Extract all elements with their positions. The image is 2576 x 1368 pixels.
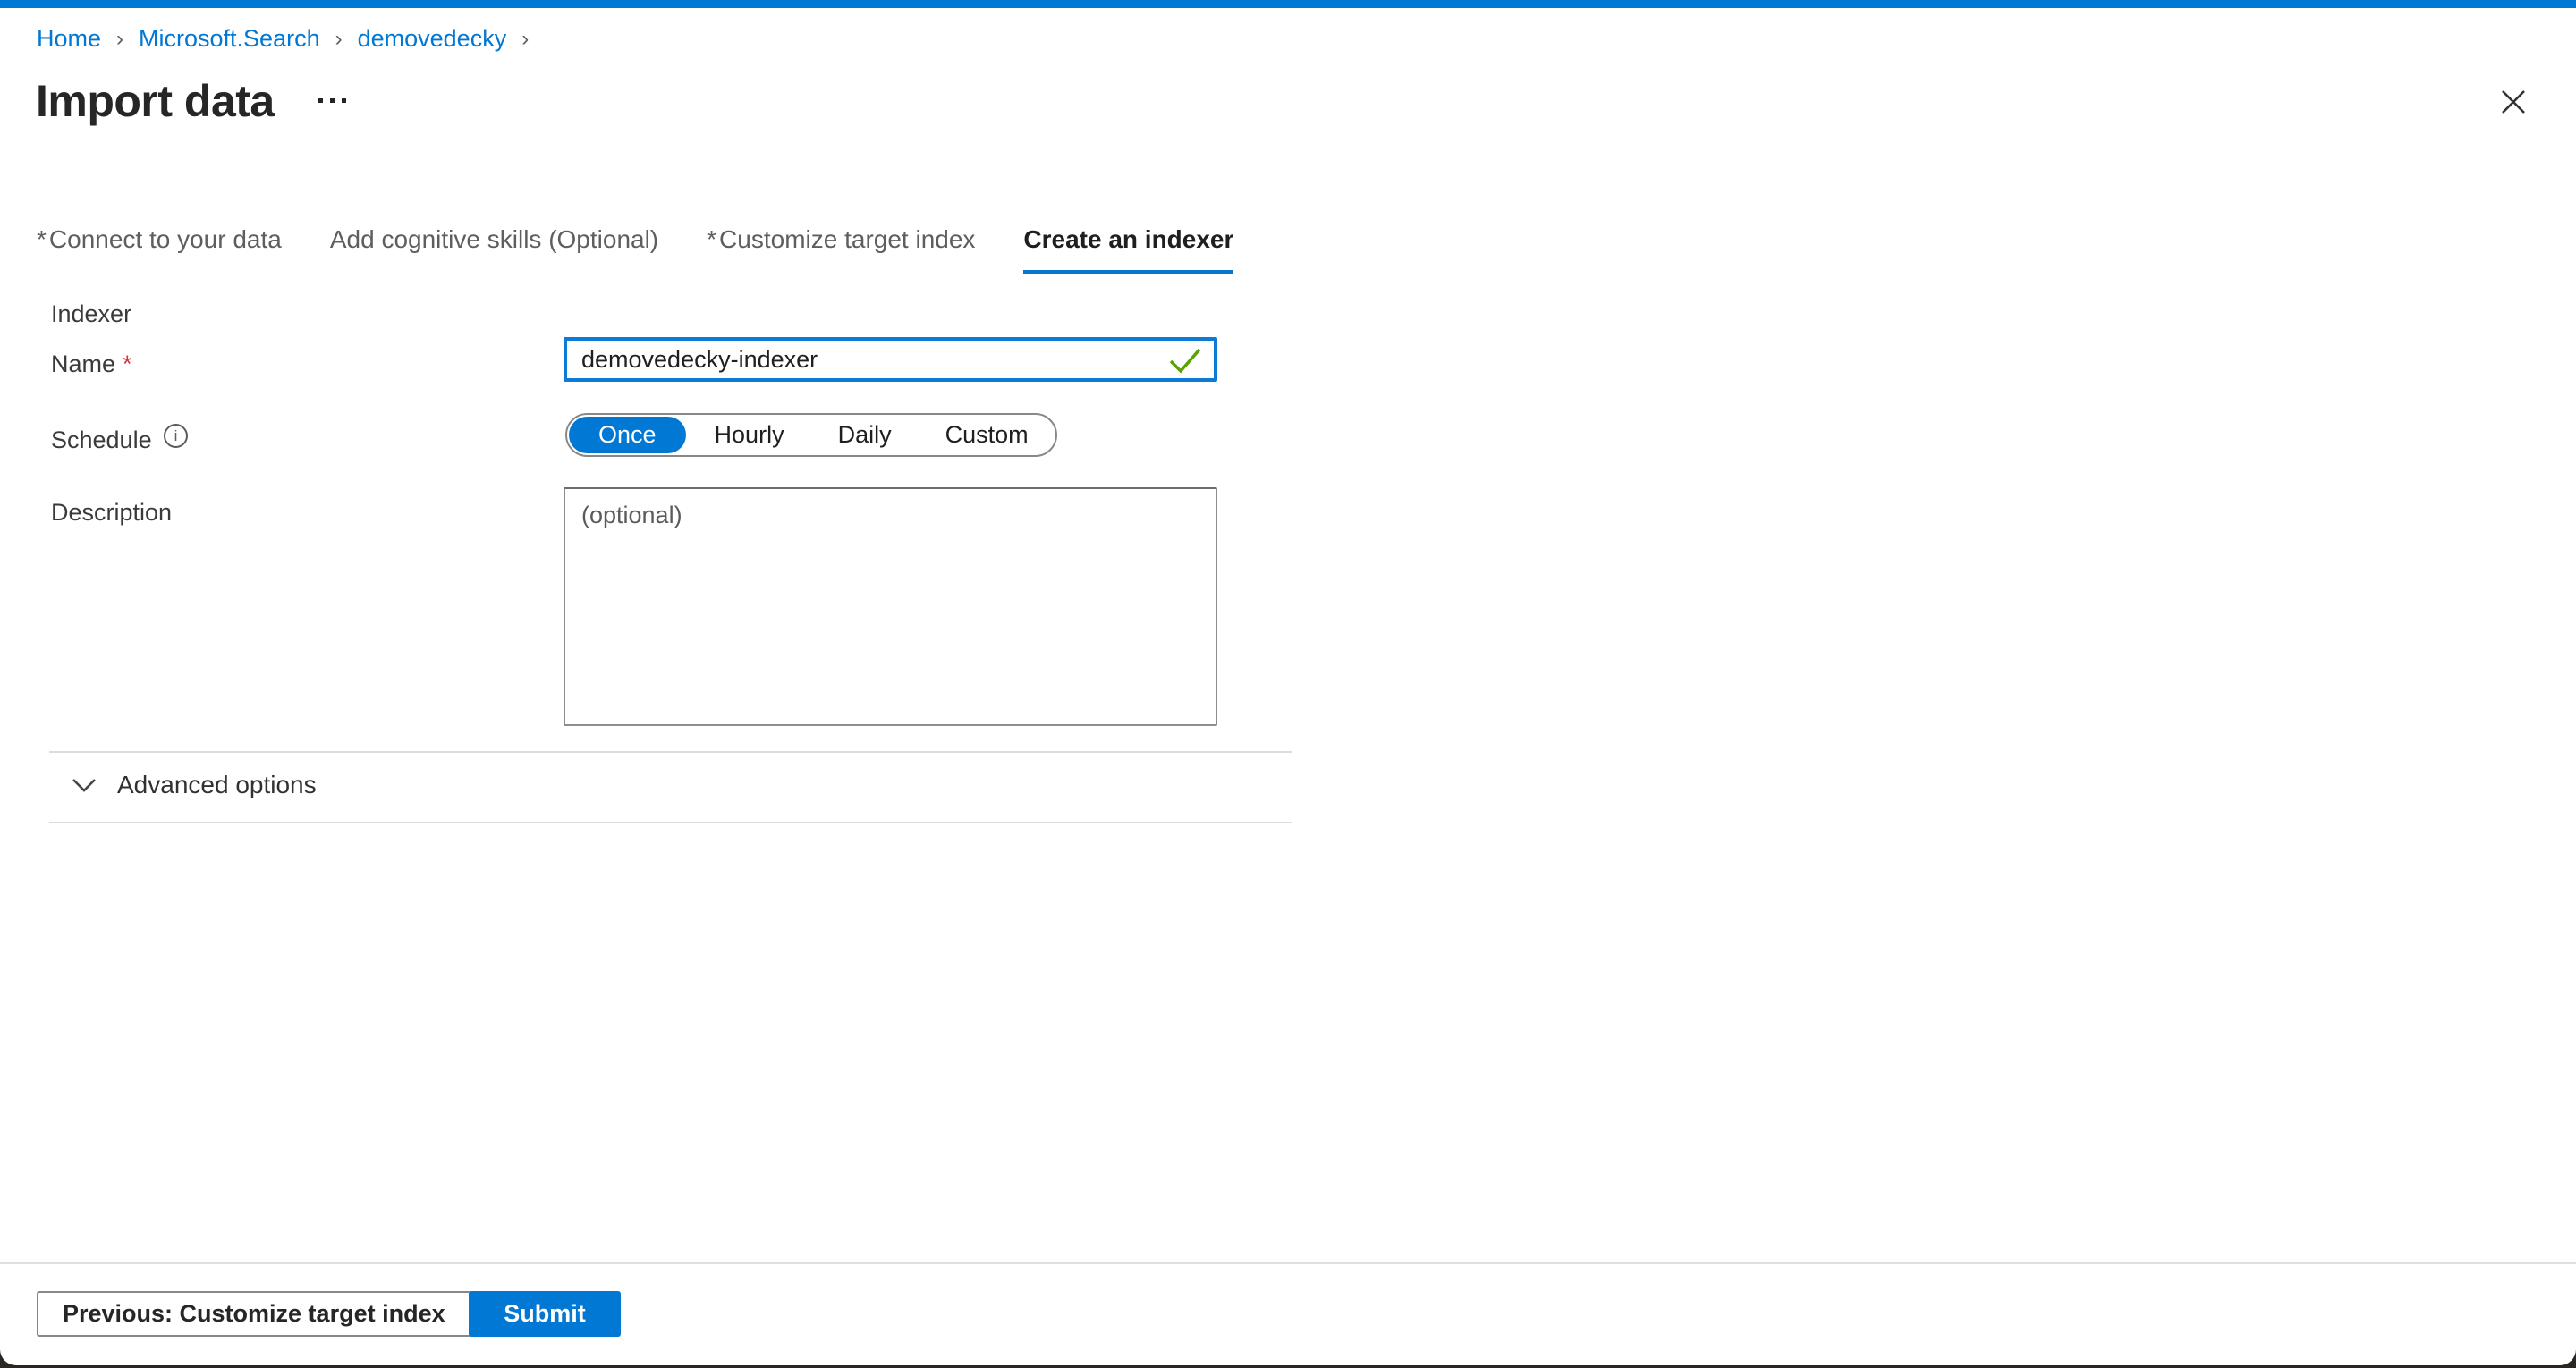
breadcrumb-separator-icon: ›	[335, 27, 343, 52]
more-icon	[318, 98, 323, 103]
schedule-option-hourly[interactable]: Hourly	[688, 415, 811, 455]
tab-create-an-indexer[interactable]: Create an indexer	[1023, 225, 1233, 274]
close-blade-button[interactable]	[2496, 84, 2531, 120]
breadcrumb: Home › Microsoft.Search › demovedecky ›	[37, 25, 544, 53]
name-label-text: Name	[51, 350, 115, 377]
more-actions-button[interactable]	[313, 93, 352, 108]
chevron-down-icon	[71, 777, 97, 793]
tab-label: Connect to your data	[49, 225, 282, 253]
wizard-tabs: *Connect to your data Add cognitive skil…	[37, 225, 1233, 274]
validation-success-icon	[1168, 347, 1202, 378]
schedule-option-custom[interactable]: Custom	[919, 415, 1055, 455]
tab-customize-target-index[interactable]: *Customize target index	[707, 225, 975, 274]
more-icon	[330, 98, 335, 103]
breadcrumb-home-link[interactable]: Home	[37, 25, 101, 53]
description-field-label: Description	[51, 499, 172, 527]
tab-required-marker: *	[707, 225, 716, 253]
previous-step-button[interactable]: Previous: Customize target index	[37, 1291, 471, 1337]
submit-button[interactable]: Submit	[469, 1291, 621, 1337]
indexer-name-input[interactable]	[564, 337, 1217, 382]
info-icon[interactable]: i	[164, 424, 188, 448]
description-textarea[interactable]	[564, 487, 1217, 726]
tab-label: Customize target index	[719, 225, 975, 253]
indexer-section-label: Indexer	[51, 300, 131, 328]
close-icon	[2498, 87, 2529, 117]
breadcrumb-demovedecky-link[interactable]: demovedecky	[358, 25, 507, 53]
divider	[49, 751, 1292, 753]
schedule-option-once[interactable]: Once	[569, 417, 686, 453]
tab-required-marker: *	[37, 225, 47, 253]
name-field-label: Name *	[51, 350, 132, 378]
portal-accent-bar	[0, 0, 2576, 8]
divider	[49, 822, 1292, 823]
import-data-blade: Home › Microsoft.Search › demovedecky › …	[0, 0, 2576, 1365]
info-glyph: i	[174, 427, 178, 445]
breadcrumb-separator-icon: ›	[116, 27, 123, 52]
more-icon	[342, 98, 346, 103]
schedule-option-daily[interactable]: Daily	[811, 415, 919, 455]
tab-label: Add cognitive skills (Optional)	[330, 225, 658, 253]
breadcrumb-separator-icon: ›	[521, 27, 529, 52]
footer-divider	[0, 1262, 2576, 1264]
advanced-options-label: Advanced options	[117, 771, 317, 799]
required-asterisk: *	[123, 350, 132, 377]
schedule-segmented-control: Once Hourly Daily Custom	[565, 413, 1057, 457]
page-title: Import data	[36, 75, 275, 127]
schedule-field-label: Schedule	[51, 426, 152, 454]
tab-connect-to-your-data[interactable]: *Connect to your data	[37, 225, 282, 274]
advanced-options-toggle[interactable]: Advanced options	[71, 771, 317, 799]
breadcrumb-microsoft-search-link[interactable]: Microsoft.Search	[139, 25, 320, 53]
tab-add-cognitive-skills[interactable]: Add cognitive skills (Optional)	[330, 225, 658, 274]
tab-label: Create an indexer	[1023, 225, 1233, 253]
